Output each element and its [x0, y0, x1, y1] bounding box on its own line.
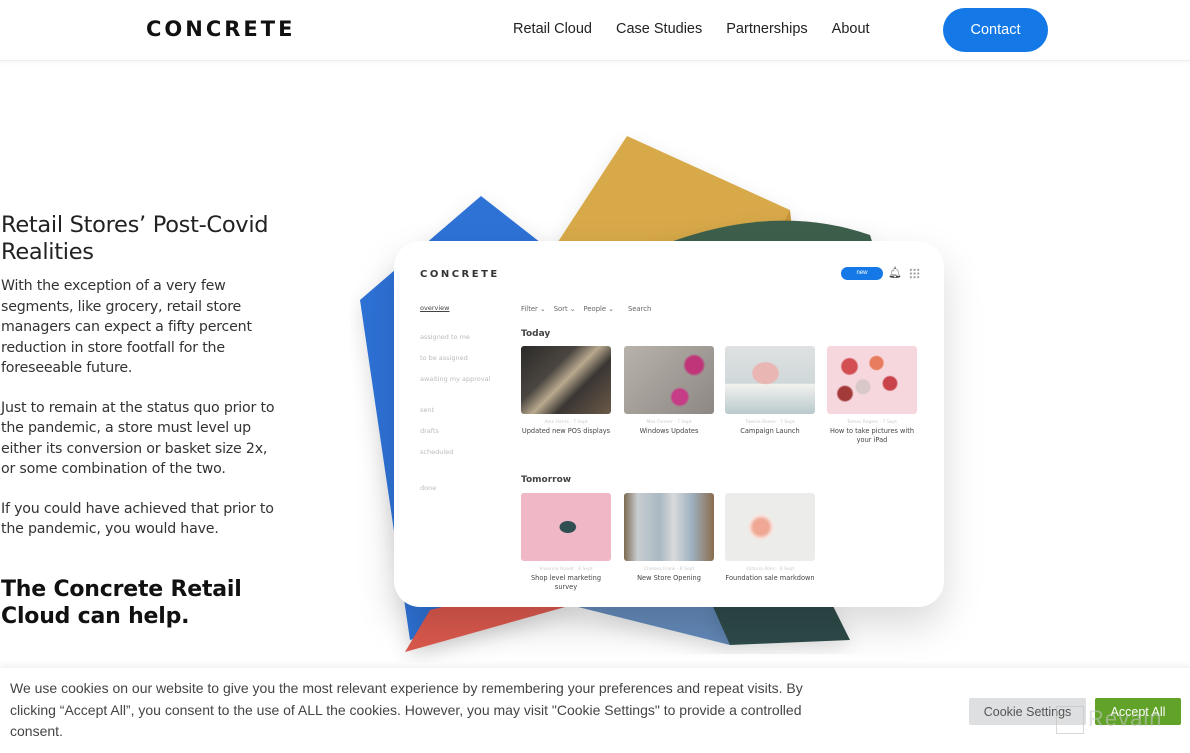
mockup-sidebar-item: sent	[420, 406, 435, 414]
mockup-sidebar-item: drafts	[420, 427, 439, 435]
apps-grid-icon	[909, 268, 920, 279]
mockup-sidebar-item: to be assigned	[420, 354, 468, 362]
cookie-banner: We use cookies on our website to give yo…	[0, 668, 1190, 753]
nav-case-studies[interactable]: Case Studies	[616, 21, 702, 37]
mockup-card: Victoria Allen · 8 Sept Foundation sale …	[725, 493, 815, 583]
logo[interactable]: CONCRETE	[146, 17, 295, 41]
card-title: Windows Updates	[639, 427, 699, 435]
card-title: Updated new POS displays	[521, 427, 611, 435]
mockup-card: Chelsea Frank · 8 Sept New Store Opening	[624, 493, 714, 583]
mockup-filter: Filter ⌄	[521, 305, 546, 313]
card-meta: Victoria Allen · 8 Sept	[745, 567, 795, 572]
card-title: Shop level marketing survey	[530, 574, 602, 591]
card-photo-foundation	[725, 493, 815, 561]
mockup-sort: Sort ⌄	[553, 305, 576, 313]
intro-copy: Retail Stores’ Post-Covid Realities With…	[1, 212, 276, 630]
page-heading: Retail Stores’ Post-Covid Realities	[1, 212, 269, 265]
card-title: How to take pictures with your iPad	[829, 427, 915, 444]
cta-heading: The Concrete Retail Cloud can help.	[1, 576, 242, 629]
card-meta: Alex Harris · 7 Sept	[544, 420, 588, 425]
mockup-sidebar-item: done	[420, 484, 437, 492]
watermark-logo-icon	[1056, 706, 1084, 735]
section-today: Today	[521, 329, 551, 339]
mockup-sidebar-item: overview	[420, 304, 450, 312]
mockup-card: Tomas Rogers · 7 Sept How to take pictur…	[827, 346, 917, 445]
nav-retail-cloud[interactable]: Retail Cloud	[513, 21, 592, 37]
mockup-filters: Filter ⌄ Sort ⌄ People ⌄ Search	[521, 305, 651, 313]
card-meta: Chelsea Frank · 8 Sept	[643, 567, 695, 572]
card-photo-campaign	[725, 346, 815, 414]
paragraph-2: Just to remain at the status quo prior t…	[1, 399, 275, 478]
mockup-search: Search	[627, 305, 652, 313]
nav-about[interactable]: About	[832, 21, 870, 37]
card-photo-survey	[521, 493, 611, 561]
bell-icon: 🔔︎	[888, 266, 902, 279]
mockup-new-button: new	[841, 267, 883, 280]
card-meta: Vivienne Roselt · 8 Sept	[539, 567, 593, 572]
cookie-text: We use cookies on our website to give yo…	[10, 680, 803, 739]
card-title: Campaign Launch	[740, 427, 800, 435]
mockup-card: Max Farmer · 7 Sept Windows Updates	[624, 346, 714, 436]
watermark: Revain	[1056, 706, 1163, 735]
paragraph-1: With the exception of a very few segment…	[1, 278, 252, 376]
watermark-text: Revain	[1088, 706, 1163, 731]
card-meta: Tomas Rogers · 7 Sept	[847, 420, 897, 425]
mockup-people: People ⌄	[583, 305, 614, 313]
card-photo-store	[624, 493, 714, 561]
mockup-sidebar-item: assigned to me	[420, 333, 470, 341]
main-nav: Retail Cloud Case Studies Partnerships A…	[513, 21, 894, 37]
paragraph-3: If you could have achieved that prior to…	[1, 500, 274, 538]
section-tomorrow: Tomorrow	[521, 475, 572, 485]
mockup-sidebar-item: awaiting my approval	[420, 375, 491, 383]
card-title: New Store Opening	[637, 574, 701, 582]
contact-button[interactable]: Contact	[943, 8, 1048, 52]
mockup-card: Tawnie Rosen · 7 Sept Campaign Launch	[725, 346, 815, 436]
card-meta: Max Farmer · 7 Sept	[646, 420, 692, 425]
mockup-sidebar-item: scheduled	[420, 448, 454, 456]
card-photo-ipad	[827, 346, 917, 414]
card-title: Foundation sale markdown	[725, 574, 815, 582]
card-photo-pos	[521, 346, 611, 414]
nav-partnerships[interactable]: Partnerships	[726, 21, 807, 37]
mockup-card: Alex Harris · 7 Sept Updated new POS dis…	[521, 346, 611, 436]
site-header: CONCRETE Retail Cloud Case Studies Partn…	[0, 0, 1190, 61]
card-meta: Tawnie Rosen · 7 Sept	[745, 420, 795, 425]
app-mockup: CONCRETE new 🔔︎ overview assigned to me …	[394, 241, 944, 607]
mockup-card: Vivienne Roselt · 8 Sept Shop level mark…	[521, 493, 611, 592]
card-photo-windows	[624, 346, 714, 414]
mockup-logo: CONCRETE	[420, 269, 500, 280]
